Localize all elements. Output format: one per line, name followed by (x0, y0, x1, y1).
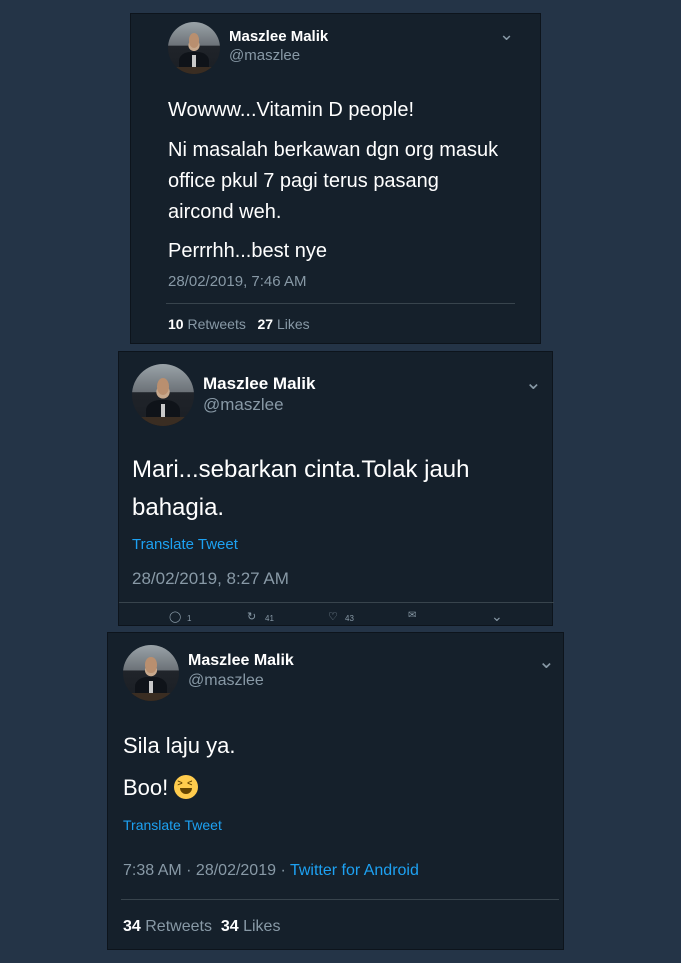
heart-icon[interactable]: ♡ (328, 610, 338, 623)
avatar[interactable] (132, 364, 194, 426)
author-handle[interactable]: @maszlee (229, 47, 300, 64)
author-name[interactable]: Maszlee Malik (203, 374, 315, 394)
like-count[interactable]: 27 (258, 316, 274, 332)
retweets-label[interactable]: Retweets (145, 918, 212, 935)
tweet-card-3[interactable]: Maszlee Malik @maszlee ⌄ Sila laju ya. B… (107, 632, 564, 950)
tweet-text-line: Mari...sebarkan cinta.Tolak jauh (132, 456, 470, 483)
chevron-down-icon[interactable]: ⌄ (525, 370, 542, 395)
divider (166, 303, 515, 304)
timestamp-row: 7:38 AM · 28/02/2019 · Twitter for Andro… (123, 862, 419, 880)
timestamp[interactable]: 28/02/2019, 8:27 AM (132, 569, 289, 589)
source-link[interactable]: Twitter for Android (290, 862, 419, 879)
tweet-card-1[interactable]: Maszlee Malik @maszlee ⌄ Wowww...Vitamin… (130, 13, 541, 344)
retweets-label[interactable]: Retweets (187, 316, 245, 332)
translate-tweet-link[interactable]: Translate Tweet (123, 817, 222, 833)
author-handle[interactable]: @maszlee (203, 395, 284, 415)
tweet-text: Boo! (123, 775, 169, 800)
like-count[interactable]: 34 (221, 918, 239, 935)
retweet-count: 41 (265, 614, 274, 623)
engagement-stats: 34 Retweets 34 Likes (123, 918, 280, 936)
chevron-down-icon[interactable]: ⌄ (499, 24, 514, 45)
tweet-text-line: aircond weh. (168, 201, 282, 223)
tweet-text-line: Wowww...Vitamin D people! (168, 99, 415, 121)
author-handle[interactable]: @maszlee (188, 672, 264, 690)
reply-count: 1 (187, 614, 192, 623)
chevron-down-icon[interactable]: ⌄ (538, 649, 555, 674)
envelope-icon[interactable]: ✉ (408, 610, 416, 621)
timestamp[interactable]: 7:38 AM · 28/02/2019 · (123, 862, 290, 879)
author-name[interactable]: Maszlee Malik (229, 28, 328, 45)
retweet-count[interactable]: 10 (168, 316, 184, 332)
tweet-text-line: Perrrhh...best nye (168, 240, 327, 262)
tweet-text-line: office pkul 7 pagi terus pasang (168, 170, 439, 192)
avatar[interactable] (123, 645, 179, 701)
divider (121, 899, 559, 900)
chevron-down-icon[interactable]: ⌄ (491, 608, 503, 625)
tweet-text-line: bahagia. (132, 494, 225, 521)
translate-tweet-link[interactable]: Translate Tweet (132, 536, 238, 553)
author-name[interactable]: Maszlee Malik (188, 652, 294, 670)
tweet-text-line: Sila laju ya. (123, 733, 236, 758)
retweet-icon[interactable]: ↻ (247, 610, 256, 623)
tweet-text-line-emoji: Boo! (123, 774, 199, 802)
timestamp[interactable]: 28/02/2019, 7:46 AM (168, 273, 306, 290)
laughing-emoji-icon (174, 775, 199, 799)
tweet-text-line: Ni masalah berkawan dgn org masuk (168, 139, 499, 161)
action-bar: ◯ 1 ↻ 41 ♡ 43 ✉ ⌄ (119, 608, 554, 625)
avatar[interactable] (168, 22, 220, 74)
retweet-count[interactable]: 34 (123, 918, 141, 935)
likes-label[interactable]: Likes (243, 918, 280, 935)
divider (119, 602, 554, 603)
likes-label[interactable]: Likes (277, 316, 310, 332)
like-count: 43 (345, 614, 354, 623)
tweet-card-2[interactable]: Maszlee Malik @maszlee ⌄ Mari...sebarkan… (118, 351, 554, 626)
engagement-stats: 10 Retweets 27 Likes (168, 316, 310, 332)
reply-icon[interactable]: ◯ (169, 610, 181, 623)
